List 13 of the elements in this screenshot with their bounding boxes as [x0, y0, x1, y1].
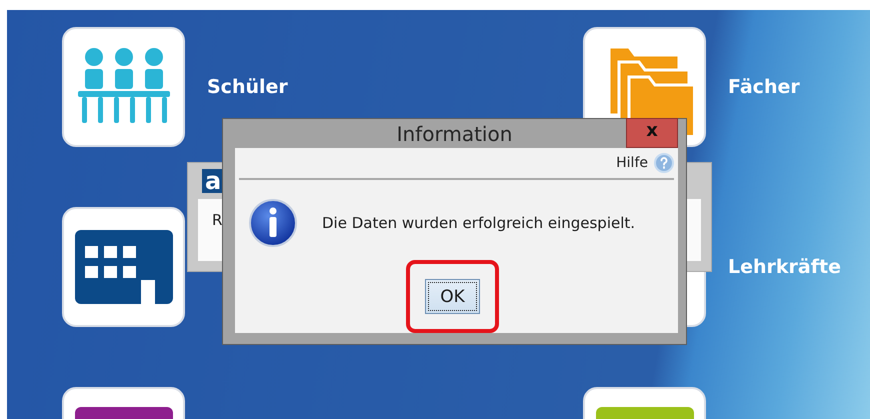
ok-button[interactable]: OK	[425, 279, 480, 314]
building-icon	[74, 230, 172, 304]
close-button[interactable]: x	[626, 118, 678, 148]
dialog-title: Information	[396, 122, 512, 146]
dialog-message: Die Daten wurden erfolgreich eingespielt.	[322, 214, 636, 232]
tile-label: Fächer	[728, 76, 800, 98]
info-icon	[248, 198, 298, 248]
app-tile[interactable]	[62, 207, 185, 327]
app-tile[interactable]	[62, 27, 185, 147]
app-logo: a	[202, 169, 224, 193]
help-link[interactable]: Hilfe	[616, 155, 648, 171]
tile-label: Schüler	[207, 76, 288, 98]
tile-label: Lehrkräfte	[728, 256, 841, 278]
